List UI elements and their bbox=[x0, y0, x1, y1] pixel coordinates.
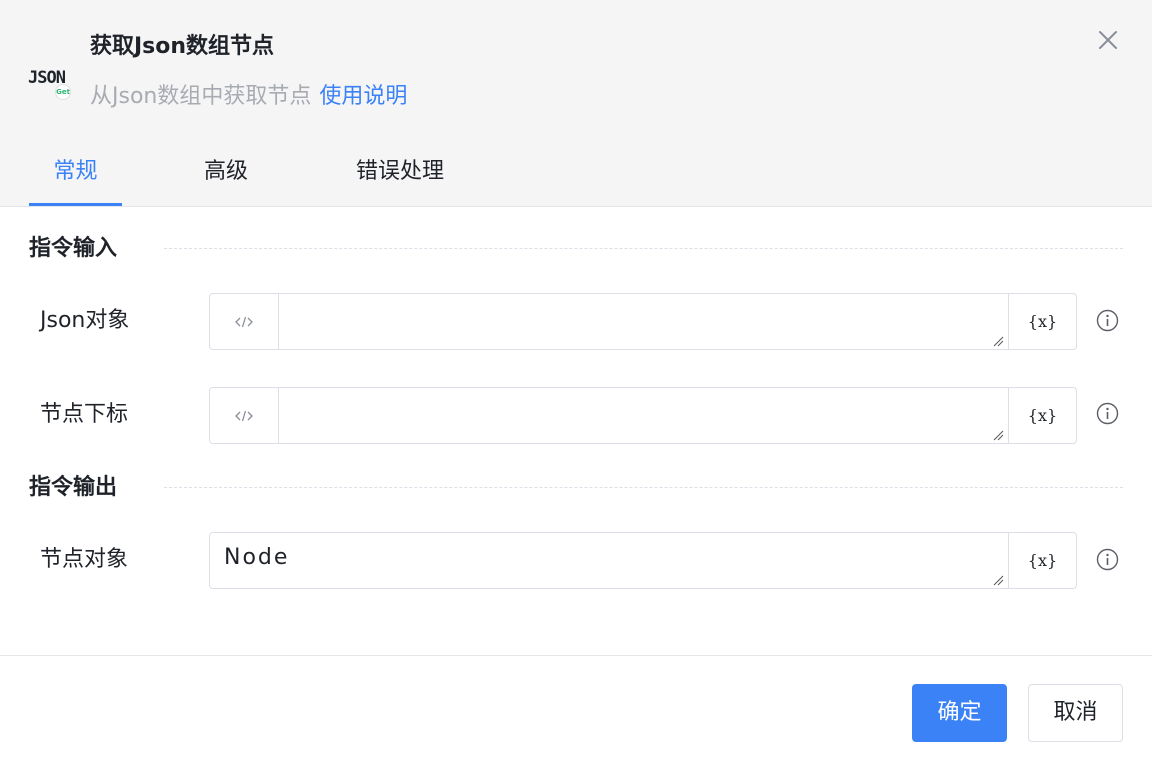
insert-variable-button[interactable]: {x} bbox=[1008, 294, 1076, 349]
field-label-node-index: 节点下标 bbox=[40, 402, 129, 427]
code-mode-button[interactable] bbox=[210, 294, 279, 349]
variable-icon: {x} bbox=[1027, 312, 1058, 331]
code-icon bbox=[235, 316, 253, 327]
node-index-field: {x} bbox=[209, 387, 1077, 444]
section-divider bbox=[164, 487, 1123, 488]
help-link[interactable]: 使用说明 bbox=[319, 84, 407, 109]
field-label-json-object: Json对象 bbox=[40, 308, 130, 333]
subtitle-text: 从Json数组中获取节点 bbox=[90, 84, 312, 109]
node-object-input[interactable]: Node bbox=[210, 533, 1008, 588]
code-mode-button[interactable] bbox=[210, 388, 279, 443]
resize-handle-icon[interactable] bbox=[992, 429, 1004, 441]
variable-icon: {x} bbox=[1027, 406, 1058, 425]
tab-bar: 常规 高级 错误处理 bbox=[0, 150, 1152, 207]
code-icon bbox=[235, 410, 253, 421]
tab-advanced[interactable]: 高级 bbox=[178, 150, 274, 206]
node-object-field: Node {x} bbox=[209, 532, 1077, 589]
close-icon bbox=[1099, 31, 1117, 49]
resize-handle-icon[interactable] bbox=[992, 335, 1004, 347]
confirm-button[interactable]: 确定 bbox=[912, 684, 1007, 742]
field-label-node-object: 节点对象 bbox=[40, 547, 129, 572]
tab-general[interactable]: 常规 bbox=[29, 150, 122, 206]
insert-variable-button[interactable]: {x} bbox=[1008, 533, 1076, 588]
footer-divider bbox=[0, 655, 1152, 656]
json-object-field: {x} bbox=[209, 293, 1077, 350]
json-logo-icon: JSON Get bbox=[28, 66, 74, 100]
close-button[interactable] bbox=[1094, 26, 1122, 54]
cancel-button[interactable]: 取消 bbox=[1028, 684, 1123, 742]
dialog-header: JSON Get 获取Json数组节点 从Json数组中获取节点 使用说明 常规 … bbox=[0, 0, 1152, 207]
info-icon[interactable] bbox=[1096, 548, 1119, 571]
dialog-title: 获取Json数组节点 bbox=[90, 34, 275, 59]
info-icon[interactable] bbox=[1096, 402, 1119, 425]
dialog-subtitle: 从Json数组中获取节点 使用说明 bbox=[90, 82, 407, 112]
logo-badge: Get bbox=[55, 84, 71, 100]
variable-icon: {x} bbox=[1027, 551, 1058, 570]
section-title-output: 指令输出 bbox=[29, 475, 118, 500]
info-icon[interactable] bbox=[1096, 309, 1119, 332]
section-title-input: 指令输入 bbox=[29, 236, 118, 261]
json-object-input[interactable] bbox=[279, 294, 1008, 349]
insert-variable-button[interactable]: {x} bbox=[1008, 388, 1076, 443]
tab-error-handling[interactable]: 错误处理 bbox=[340, 150, 460, 206]
dialog: JSON Get 获取Json数组节点 从Json数组中获取节点 使用说明 常规 … bbox=[0, 0, 1152, 770]
section-divider bbox=[164, 248, 1123, 249]
resize-handle-icon[interactable] bbox=[992, 574, 1004, 586]
node-index-input[interactable] bbox=[279, 388, 1008, 443]
